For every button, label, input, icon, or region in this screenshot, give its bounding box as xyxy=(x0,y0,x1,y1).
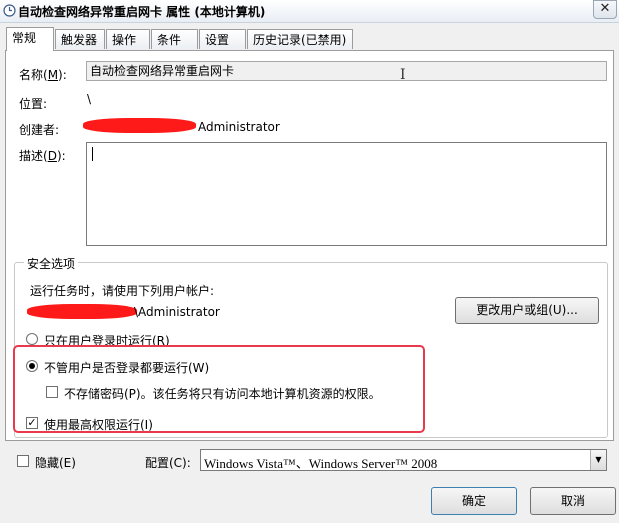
name-label: 名称(M): xyxy=(19,68,67,82)
tab-settings[interactable]: 设置 xyxy=(199,29,246,49)
location-value: \ xyxy=(87,92,92,106)
configure-select[interactable]: Windows Vista™、Windows Server™ 2008 ▼ xyxy=(200,449,607,471)
run-as-prompt: 运行任务时，请使用下列用户帐户: xyxy=(30,284,215,298)
tab-conditions[interactable]: 条件 xyxy=(151,29,198,49)
radio-logged-on[interactable] xyxy=(26,333,38,345)
security-options-title: 安全选项 xyxy=(24,255,79,272)
user-redaction xyxy=(27,304,137,319)
tab-actions[interactable]: 操作 xyxy=(106,29,150,49)
description-field[interactable] xyxy=(86,142,607,246)
author-label: 创建者: xyxy=(19,123,60,137)
highlight-annotation xyxy=(13,345,425,433)
text-caret xyxy=(92,147,93,161)
ok-button[interactable]: 确定 xyxy=(431,487,517,515)
configure-label: 配置(C): xyxy=(145,456,191,470)
task-clock-icon xyxy=(3,4,16,17)
text-cursor-icon: I xyxy=(400,67,406,83)
author-redaction xyxy=(83,118,196,133)
change-user-button[interactable]: 更改用户或组(U)... xyxy=(455,297,599,324)
cancel-button[interactable]: 取消 xyxy=(530,487,616,515)
configure-select-value: Windows Vista™、Windows Server™ 2008 xyxy=(204,456,438,471)
author-value: Administrator xyxy=(198,120,280,134)
description-label: 描述(D): xyxy=(19,149,66,163)
location-label: 位置: xyxy=(19,97,48,111)
tab-general[interactable]: 常规 xyxy=(6,27,54,51)
dropdown-arrow-icon[interactable]: ▼ xyxy=(590,450,606,470)
title-bar: 自动检查网络异常重启网卡 属性 (本地计算机) ✕ xyxy=(0,0,619,23)
close-icon[interactable]: ✕ xyxy=(593,0,617,19)
window-title: 自动检查网络异常重启网卡 属性 (本地计算机) xyxy=(18,5,266,19)
tab-triggers[interactable]: 触发器 xyxy=(55,29,105,49)
name-field[interactable]: 自动检查网络异常重启网卡 xyxy=(86,61,607,81)
hidden-checkbox[interactable] xyxy=(17,455,29,467)
tab-history[interactable]: 历史记录(已禁用) xyxy=(247,29,353,49)
run-as-user: \Administrator xyxy=(134,305,220,319)
hidden-label[interactable]: 隐藏(E) xyxy=(35,454,76,471)
